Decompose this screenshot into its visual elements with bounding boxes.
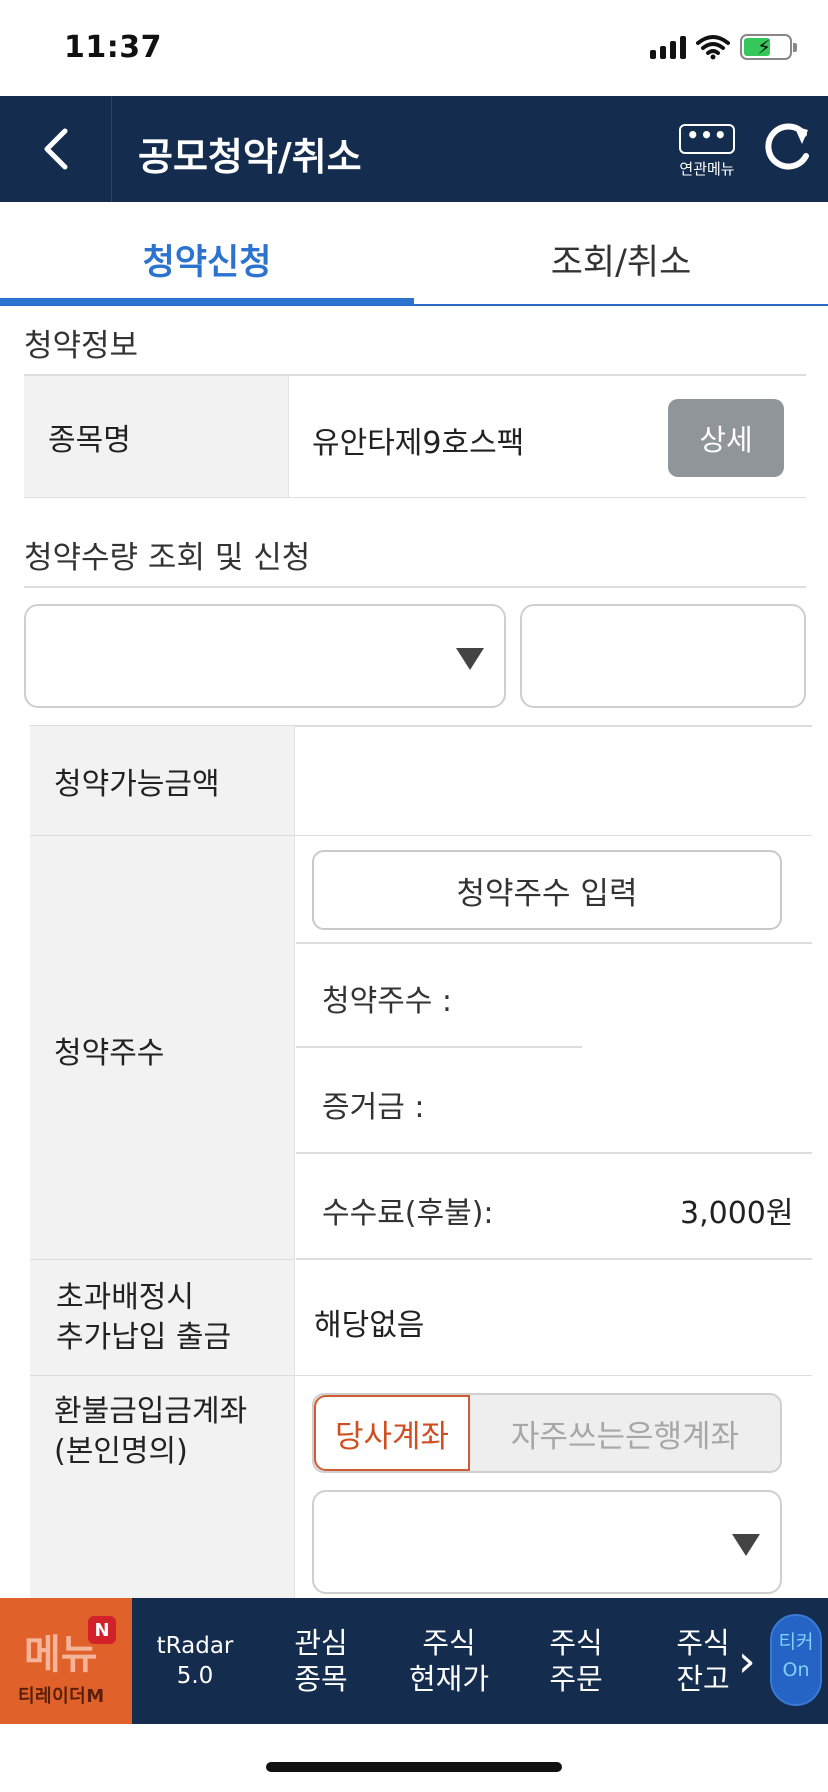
nav-stock-price[interactable]: 주식 현재가 — [386, 1598, 512, 1724]
nav-tradar-line2: 5.0 — [176, 1663, 214, 1689]
ticker-label: 티커 — [778, 1631, 814, 1653]
enter-shares-button[interactable]: 청약주수 입력 — [312, 850, 782, 930]
section-title-subscription-info: 청약정보 — [24, 328, 139, 364]
detail-button[interactable]: 상세 — [668, 399, 784, 477]
nav-stock-order-line2: 주문 — [549, 1662, 603, 1696]
app-header: 공모청약/취소 ••• 연관메뉴 — [0, 96, 828, 202]
fee-value: 3,000원 — [680, 1196, 794, 1231]
menu-label: 메뉴 — [24, 1632, 98, 1678]
chevron-left-icon — [44, 128, 67, 170]
item-name-value: 유안타제9호스팩 — [312, 426, 525, 461]
nav-tradar-line1: tRadar — [156, 1633, 234, 1659]
nav-watchlist[interactable]: 관심 종목 — [258, 1598, 384, 1724]
shares-label: 청약주수 — [54, 1036, 165, 1071]
divider — [296, 1152, 812, 1154]
refresh-icon[interactable] — [760, 120, 816, 176]
shares-field-label: 청약주수 : — [322, 984, 453, 1019]
status-bar: 11:37 ⚡ — [0, 0, 828, 96]
new-badge: N — [88, 1616, 116, 1644]
ticker-state: On — [782, 1659, 810, 1681]
divider — [296, 942, 812, 944]
nav-tradar[interactable]: tRadar 5.0 — [132, 1598, 258, 1724]
excess-allocation-row: 초과배정시 추가납입 출금 해당없음 — [30, 1260, 812, 1376]
dropdown-arrow-icon — [456, 648, 484, 670]
nav-watchlist-line2: 종목 — [294, 1662, 348, 1696]
back-button[interactable] — [0, 96, 112, 202]
tab-bar: 청약신청 조회/취소 — [0, 202, 828, 306]
tab-subscribe[interactable]: 청약신청 — [0, 202, 414, 306]
nav-stock-order[interactable]: 주식 주문 — [513, 1598, 639, 1724]
battery-icon: ⚡ — [740, 34, 797, 60]
refund-account-header: 환불금입금계좌 (본인명의) — [30, 1376, 295, 1598]
deposit-label: 증거금 : — [322, 1090, 425, 1125]
nav-watchlist-line1: 관심 — [294, 1626, 348, 1660]
favorite-bank-account-option[interactable]: 자주쓰는은행계좌 — [470, 1395, 780, 1471]
tab-inquiry-cancel[interactable]: 조회/취소 — [414, 202, 828, 304]
refund-label-line2: (본인명의) — [54, 1434, 188, 1469]
nav-stock-order-line1: 주식 — [549, 1626, 603, 1660]
related-menu-label: 연관메뉴 — [679, 160, 735, 178]
refund-account-toggle: 당사계좌 자주쓰는은행계좌 — [312, 1393, 782, 1473]
dropdown-arrow-icon — [732, 1534, 760, 1556]
nav-stock-price-line1: 주식 — [422, 1626, 476, 1660]
account-select[interactable] — [24, 604, 506, 708]
cellular-signal-icon — [650, 35, 686, 59]
page-title: 공모청약/취소 — [138, 135, 362, 179]
status-time: 11:37 — [64, 30, 162, 65]
own-account-option[interactable]: 당사계좌 — [314, 1395, 470, 1471]
chevron-right-icon[interactable]: › — [738, 1636, 756, 1687]
wifi-icon — [696, 35, 730, 60]
more-dots-icon: ••• — [679, 124, 735, 154]
refund-label-line1: 환불금입금계좌 — [54, 1394, 248, 1429]
excess-label-line2: 추가납입 출금 — [56, 1319, 232, 1355]
main-menu-button[interactable]: 메뉴 N 티레이더M — [0, 1598, 132, 1724]
item-name-label: 종목명 — [24, 376, 289, 497]
related-menu-button[interactable]: ••• 연관메뉴 — [672, 124, 742, 179]
home-indicator[interactable] — [266, 1762, 562, 1772]
available-amount-label: 청약가능금액 — [30, 726, 295, 835]
nav-stock-price-line2: 현재가 — [408, 1662, 490, 1696]
shares-header-cell: 청약주수 — [30, 836, 295, 1260]
password-field[interactable] — [520, 604, 806, 708]
excess-label-line1: 초과배정시 — [56, 1279, 194, 1315]
status-icons: ⚡ — [650, 34, 797, 60]
fee-label: 수수료(후불): — [322, 1196, 494, 1231]
bottom-navigation: 메뉴 N 티레이더M tRadar 5.0 관심 종목 주식 현재가 주식 주문… — [0, 1598, 828, 1724]
excess-allocation-header: 초과배정시 추가납입 출금 — [30, 1260, 295, 1375]
divider — [24, 586, 806, 588]
divider — [296, 1046, 582, 1048]
brand-logo: 티레이더M — [18, 1686, 105, 1707]
section-title-quantity: 청약수량 조회 및 신청 — [24, 540, 311, 576]
ticker-toggle-button[interactable]: 티커 On — [770, 1614, 822, 1706]
refund-account-select[interactable] — [312, 1490, 782, 1594]
excess-value: 해당없음 — [314, 1308, 425, 1343]
available-amount-row: 청약가능금액 — [30, 726, 812, 836]
